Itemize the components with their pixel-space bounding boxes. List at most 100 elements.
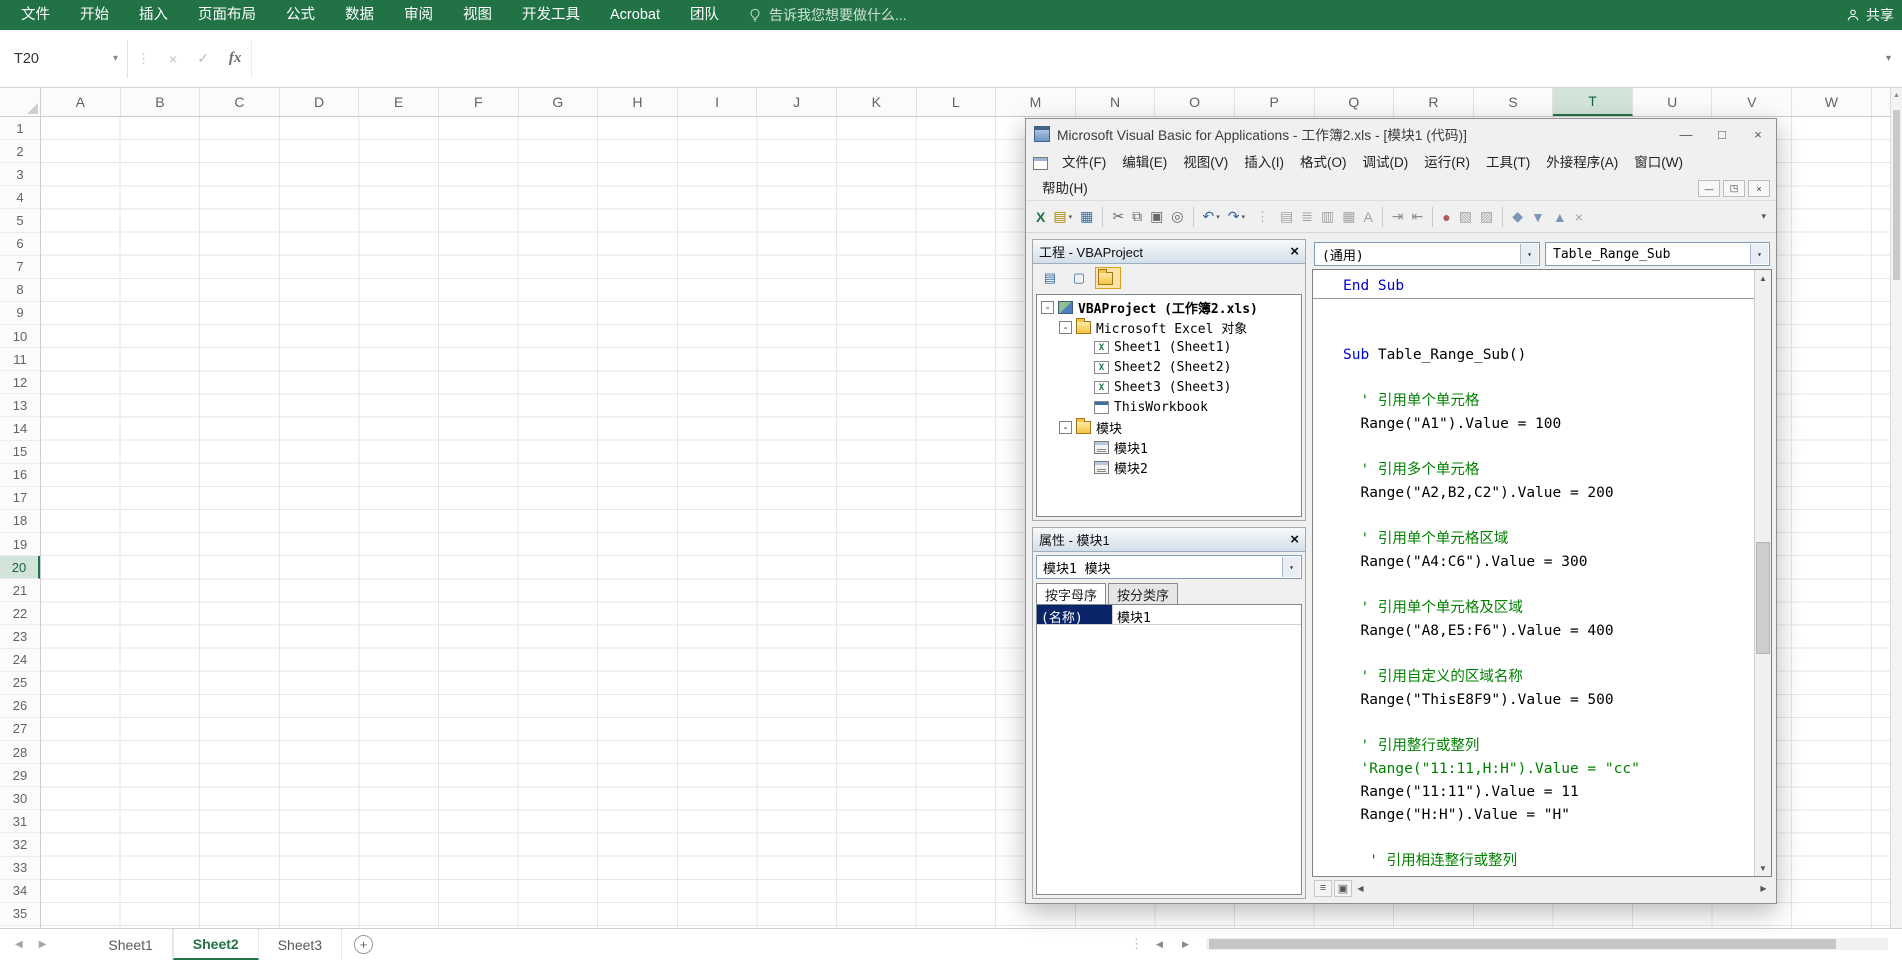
column-header-B[interactable]: B: [121, 88, 201, 116]
properties-object-selector[interactable]: 模块1 模块 ▾: [1036, 555, 1302, 579]
column-header-I[interactable]: I: [678, 88, 758, 116]
scroll-right-icon[interactable]: ▶: [1755, 880, 1772, 897]
row-header-31[interactable]: 31: [0, 810, 40, 834]
scroll-down-icon[interactable]: ▼: [1755, 860, 1771, 876]
paste-button[interactable]: ▣: [1146, 205, 1167, 229]
ribbon-tab-开发工具[interactable]: 开发工具: [507, 0, 595, 30]
tree-expander-icon[interactable]: -: [1059, 420, 1072, 434]
module-minimize-button[interactable]: —: [1698, 180, 1720, 197]
row-header-19[interactable]: 19: [0, 533, 40, 557]
row-header-12[interactable]: 12: [0, 371, 40, 395]
vba-menu-插入(I)[interactable]: 插入(I): [1236, 151, 1292, 175]
sheet-tab-Sheet3[interactable]: Sheet3: [259, 929, 343, 960]
vba-minimize-button[interactable]: —: [1668, 119, 1704, 149]
properties-panel-header[interactable]: 属性 - 模块1 ×: [1033, 528, 1305, 552]
chevron-down-icon[interactable]: ▾: [1520, 244, 1538, 264]
column-header-R[interactable]: R: [1394, 88, 1474, 116]
column-header-D[interactable]: D: [280, 88, 360, 116]
horizontal-scroll-thumb[interactable]: [1209, 939, 1837, 949]
property-name-cell[interactable]: (名称): [1037, 605, 1113, 626]
scroll-up-icon[interactable]: ▲: [1891, 88, 1902, 103]
toolbar-grip[interactable]: ⋮: [1256, 209, 1269, 225]
properties-panel-close-icon[interactable]: ×: [1290, 532, 1299, 547]
chevron-down-icon[interactable]: ▾: [1282, 557, 1300, 577]
row-header-7[interactable]: 7: [0, 256, 40, 279]
column-header-T[interactable]: T: [1553, 88, 1633, 116]
ribbon-tab-页面布局[interactable]: 页面布局: [183, 0, 271, 30]
ribbon-tab-文件[interactable]: 文件: [6, 0, 65, 30]
row-header-25[interactable]: 25: [0, 672, 40, 695]
row-header-15[interactable]: 15: [0, 441, 40, 464]
row-header-34[interactable]: 34: [0, 880, 40, 903]
formula-bar-expand-icon[interactable]: ▾: [1875, 53, 1902, 64]
vba-titlebar[interactable]: Microsoft Visual Basic for Applications …: [1026, 119, 1776, 149]
ribbon-tab-团队[interactable]: 团队: [675, 0, 734, 30]
add-sheet-button[interactable]: +: [354, 935, 374, 954]
column-header-Q[interactable]: Q: [1315, 88, 1395, 116]
column-header-M[interactable]: M: [996, 88, 1076, 116]
row-header-17[interactable]: 17: [0, 487, 40, 510]
tree-item-模块1[interactable]: 模块1: [1037, 437, 1301, 457]
row-header-18[interactable]: 18: [0, 510, 40, 533]
scroll-up-icon[interactable]: ▲: [1755, 270, 1771, 286]
procedure-view-button[interactable]: ≡: [1314, 879, 1332, 897]
toggle-folders-button[interactable]: [1095, 267, 1121, 289]
ribbon-tab-插入[interactable]: 插入: [124, 0, 183, 30]
ribbon-tab-公式[interactable]: 公式: [271, 0, 330, 30]
find-button[interactable]: ◎: [1167, 205, 1187, 229]
column-header-C[interactable]: C: [200, 88, 280, 116]
row-header-33[interactable]: 33: [0, 857, 40, 880]
procedure-dropdown[interactable]: Table_Range_Sub ▾: [1545, 242, 1770, 266]
tell-me-box[interactable]: 告诉我您想要做什么...: [748, 5, 907, 25]
column-header-H[interactable]: H: [598, 88, 678, 116]
row-header-13[interactable]: 13: [0, 394, 40, 418]
sheet-nav-right-icon[interactable]: ▶: [39, 939, 47, 950]
hscroll-right-icon[interactable]: ▶: [1182, 928, 1189, 960]
redo-button[interactable]: ↷ ▾: [1224, 205, 1249, 229]
project-panel-close-icon[interactable]: ×: [1290, 244, 1299, 259]
view-object-button[interactable]: ▢: [1066, 267, 1092, 289]
share-button[interactable]: 共享: [1846, 0, 1894, 30]
row-header-28[interactable]: 28: [0, 741, 40, 765]
row-header-21[interactable]: 21: [0, 579, 40, 603]
vba-menu-工具(T)[interactable]: 工具(T): [1478, 151, 1538, 175]
ribbon-tab-审阅[interactable]: 审阅: [389, 0, 448, 30]
toolbar-overflow-icon[interactable]: ▾: [1761, 211, 1770, 222]
ribbon-tab-视图[interactable]: 视图: [448, 0, 507, 30]
insert-function-icon[interactable]: fx: [219, 50, 252, 67]
sheet-tab-Sheet1[interactable]: Sheet1: [89, 929, 173, 960]
module-close-button[interactable]: ×: [1748, 180, 1770, 197]
vba-maximize-button[interactable]: □: [1704, 119, 1740, 149]
row-header-5[interactable]: 5: [0, 209, 40, 233]
column-header-L[interactable]: L: [917, 88, 997, 116]
vba-menu-帮助(H)[interactable]: 帮助(H): [1034, 177, 1096, 201]
row-header-1[interactable]: 1: [0, 117, 40, 141]
row-header-26[interactable]: 26: [0, 695, 40, 718]
tab-categorized[interactable]: 按分类序: [1108, 583, 1179, 604]
column-header-F[interactable]: F: [439, 88, 519, 116]
formula-bar-grip[interactable]: ⋮: [128, 51, 159, 67]
code-editor[interactable]: End Sub Sub Table_Range_Sub() ' 引用单个单元格 R…: [1312, 269, 1772, 877]
tab-alphabetic[interactable]: 按字母序: [1036, 583, 1107, 604]
column-header-V[interactable]: V: [1712, 88, 1793, 116]
row-header-16[interactable]: 16: [0, 464, 40, 487]
column-header-K[interactable]: K: [837, 88, 917, 116]
row-header-23[interactable]: 23: [0, 625, 40, 649]
row-header-4[interactable]: 4: [0, 186, 40, 210]
column-header-U[interactable]: U: [1633, 88, 1713, 116]
column-header-J[interactable]: J: [757, 88, 837, 116]
project-panel-header[interactable]: 工程 - VBAProject ×: [1033, 240, 1305, 264]
column-header-S[interactable]: S: [1474, 88, 1554, 116]
row-header-9[interactable]: 9: [0, 302, 40, 325]
tree-expander-icon[interactable]: -: [1059, 320, 1072, 334]
row-header-35[interactable]: 35: [0, 903, 40, 926]
column-header-N[interactable]: N: [1076, 88, 1156, 116]
insert-userform-button[interactable]: ▤ ▾: [1049, 205, 1076, 229]
row-header-10[interactable]: 10: [0, 325, 40, 349]
row-header-6[interactable]: 6: [0, 233, 40, 256]
undo-button[interactable]: ↶ ▾: [1199, 205, 1224, 229]
tree-expander-icon[interactable]: -: [1041, 300, 1054, 314]
vba-menu-调试(D)[interactable]: 调试(D): [1355, 151, 1417, 175]
row-header-14[interactable]: 14: [0, 417, 40, 441]
row-header-24[interactable]: 24: [0, 649, 40, 672]
